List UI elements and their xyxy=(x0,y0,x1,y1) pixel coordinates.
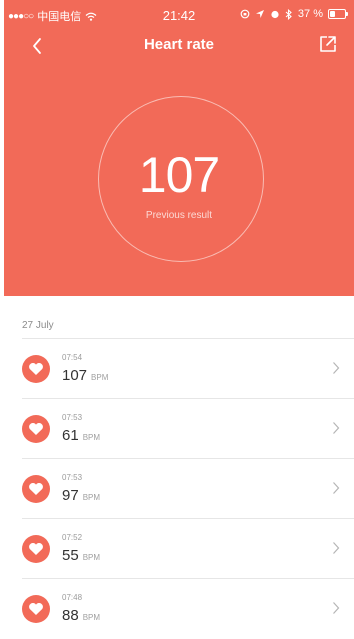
measurement-time: 07:48 xyxy=(62,593,83,602)
bpm-unit: BPM xyxy=(82,613,101,622)
measurement-time: 07:53 xyxy=(62,473,83,482)
alarm-icon xyxy=(271,10,279,19)
location-icon xyxy=(255,10,264,18)
measurement-value: 88 BPM xyxy=(62,607,100,624)
heart-icon xyxy=(22,415,50,443)
list-item[interactable]: 07:53 97 BPM xyxy=(22,458,354,519)
page-title: Heart rate xyxy=(143,36,215,53)
chevron-right-icon xyxy=(333,542,340,554)
measurement-value: 107 BPM xyxy=(62,367,108,384)
current-heart-rate-value: 107 xyxy=(138,147,220,203)
nav-bar: Heart rate xyxy=(4,30,354,60)
bpm-unit: BPM xyxy=(82,553,101,562)
chevron-right-icon xyxy=(333,602,340,614)
rotation-lock-icon xyxy=(240,9,250,19)
share-external-icon[interactable] xyxy=(318,34,338,54)
measurement-value: 55 BPM xyxy=(62,547,100,564)
current-heart-rate-label: Previous result xyxy=(145,210,213,221)
header-panel: ●●●○○ 中国电信 21:42 37 % Heart rate 107 Pre… xyxy=(4,0,354,296)
list-item[interactable]: 07:54 107 BPM xyxy=(22,338,354,399)
heart-icon xyxy=(22,475,50,503)
bpm-unit: BPM xyxy=(82,433,101,442)
chevron-right-icon xyxy=(333,362,340,374)
heart-icon xyxy=(22,595,50,623)
list-item[interactable]: 07:53 61 BPM xyxy=(22,398,354,459)
measurement-value: 97 BPM xyxy=(62,487,100,504)
measurement-time: 07:53 xyxy=(62,413,83,422)
battery-icon xyxy=(328,9,348,19)
bpm-unit: BPM xyxy=(82,493,101,502)
bpm-value: 88 xyxy=(62,607,79,624)
battery-percent: 37 % xyxy=(297,8,323,20)
status-right: 37 % xyxy=(240,8,348,20)
measurement-value: 61 BPM xyxy=(62,427,100,444)
list-item[interactable]: 07:52 55 BPM xyxy=(22,518,354,579)
bpm-value: 61 xyxy=(62,427,79,444)
measurement-time: 07:52 xyxy=(62,533,83,542)
measurement-time: 07:54 xyxy=(62,353,83,362)
date-heading: 27 July xyxy=(22,320,54,331)
bpm-value: 97 xyxy=(62,487,79,504)
bpm-value: 55 xyxy=(62,547,79,564)
bpm-value: 107 xyxy=(62,367,88,384)
bluetooth-icon xyxy=(285,8,292,20)
chevron-right-icon xyxy=(333,482,340,494)
status-bar: ●●●○○ 中国电信 21:42 37 % xyxy=(4,0,354,28)
heart-icon xyxy=(22,535,50,563)
heart-icon xyxy=(22,355,50,383)
chevron-right-icon xyxy=(333,422,340,434)
bpm-unit: BPM xyxy=(91,373,109,382)
